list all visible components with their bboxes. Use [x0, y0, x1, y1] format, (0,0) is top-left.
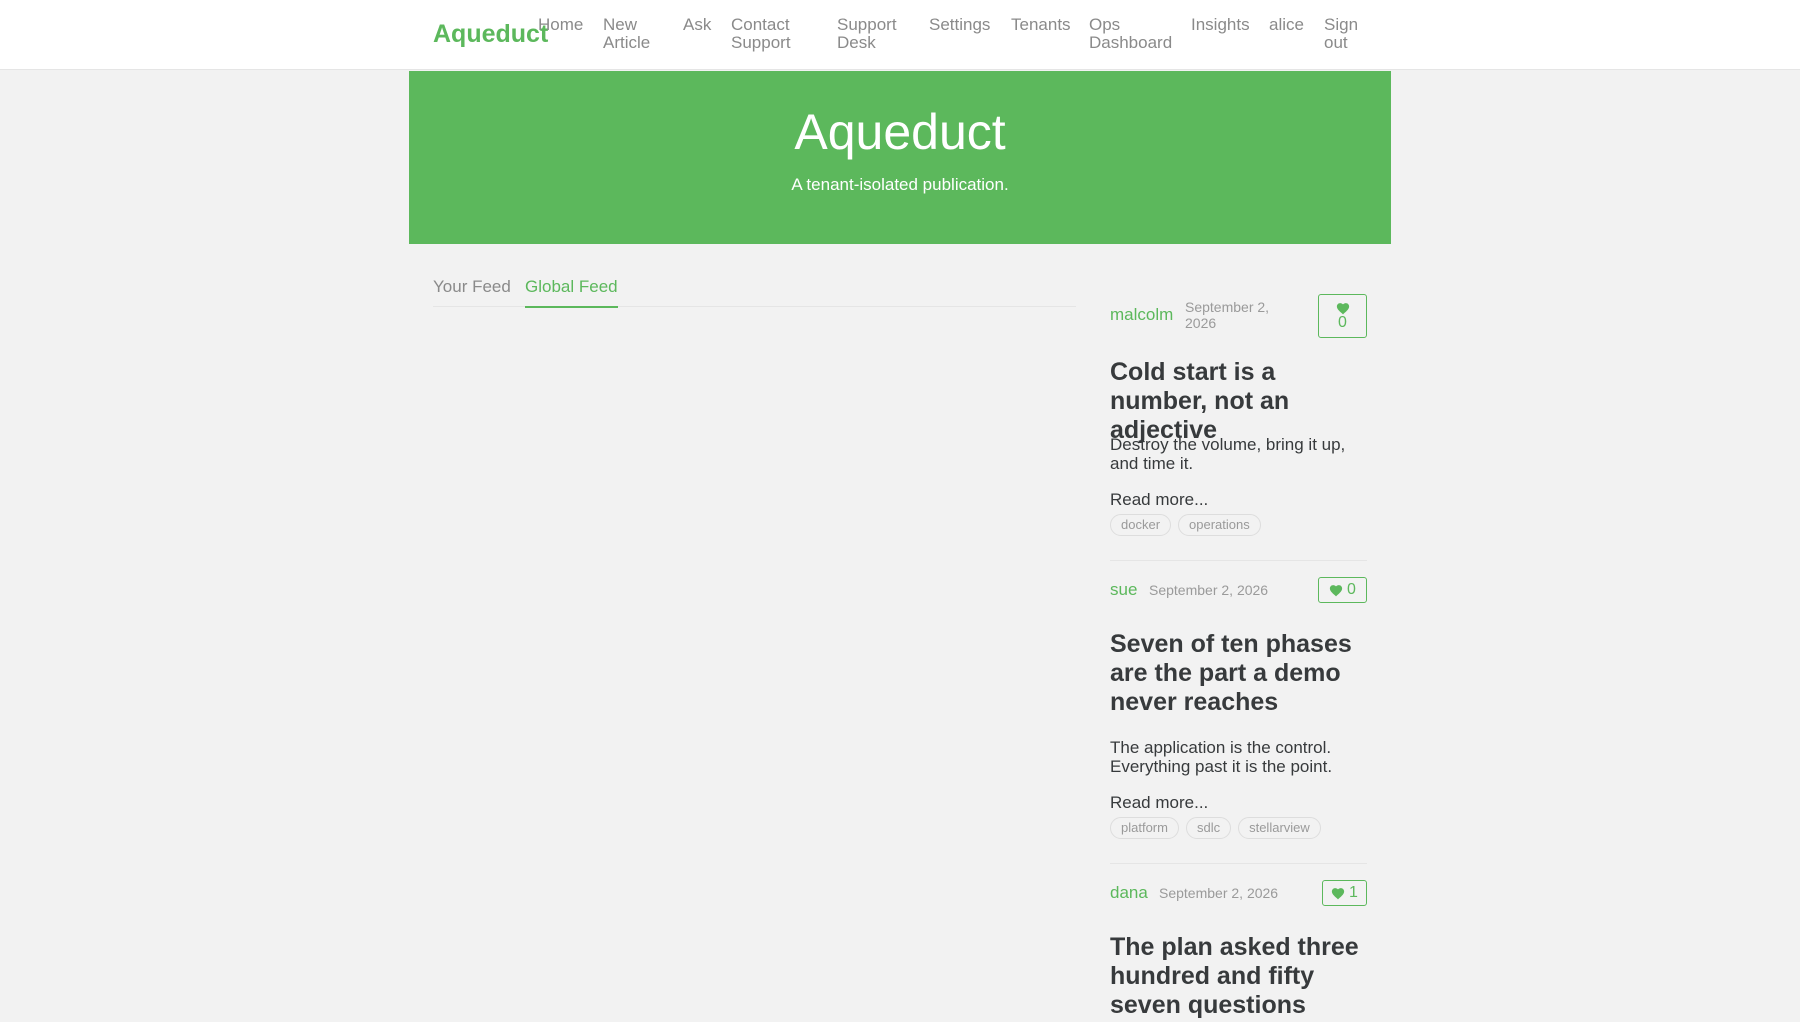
heart-icon — [1329, 584, 1343, 596]
article-date: September 2, 2026 — [1159, 885, 1279, 901]
article-meta: dana September 2, 2026 1 — [1110, 878, 1367, 922]
article-preview: malcolm September 2, 2026 0 Cold start i… — [1110, 292, 1367, 561]
article-author[interactable]: dana — [1110, 883, 1148, 903]
nav-settings[interactable]: Settings — [929, 16, 990, 34]
article-preview: sue September 2, 2026 0 Seven of ten pha… — [1110, 575, 1367, 864]
feed-tabs: Your Feed Global Feed — [433, 274, 1076, 308]
article-description: The application is the control. Everythi… — [1110, 738, 1333, 776]
article-title[interactable]: Cold start is a number, not an adjective — [1110, 358, 1370, 445]
favorite-button[interactable]: 0 — [1318, 294, 1367, 338]
tag-list: docker operations — [1110, 514, 1261, 536]
nav-new-article[interactable]: New Article — [603, 16, 663, 52]
nav-contact-support[interactable]: Contact Support — [731, 16, 801, 52]
article-author[interactable]: malcolm — [1110, 305, 1173, 325]
nav-tenants[interactable]: Tenants — [1011, 16, 1071, 34]
tag-pill[interactable]: stellarview — [1238, 817, 1321, 839]
article-meta: malcolm September 2, 2026 0 — [1110, 292, 1367, 338]
banner-subtitle: A tenant-isolated publication. — [791, 175, 1009, 194]
article-date: September 2, 2026 — [1185, 299, 1270, 331]
tab-your-feed[interactable]: Your Feed — [433, 277, 511, 306]
nav-support-desk[interactable]: Support Desk — [837, 16, 907, 52]
nav-user-profile[interactable]: alice — [1269, 16, 1304, 34]
article-preview: dana September 2, 2026 1 The plan asked … — [1110, 878, 1367, 1019]
article-divider — [1110, 560, 1367, 561]
nav-home[interactable]: Home — [538, 16, 583, 34]
article-author[interactable]: sue — [1110, 580, 1137, 600]
article-date: September 2, 2026 — [1149, 582, 1269, 598]
nav-ops-dashboard[interactable]: Ops Dashboard — [1089, 16, 1179, 52]
tag-pill[interactable]: sdlc — [1185, 817, 1232, 839]
heart-icon — [1336, 302, 1349, 314]
top-navbar: Aqueduct Home New Article Ask Contact Su… — [0, 0, 1800, 70]
nav-ask[interactable]: Ask — [683, 16, 711, 34]
article-title[interactable]: The plan asked three hundred and fifty s… — [1110, 933, 1370, 1020]
tab-global-feed[interactable]: Global Feed — [525, 277, 618, 308]
read-more-link[interactable]: Read more... — [1110, 490, 1208, 510]
article-divider — [1110, 863, 1367, 864]
favorite-count: 0 — [1338, 313, 1347, 331]
tag-pill[interactable]: docker — [1110, 514, 1172, 536]
nav-insights[interactable]: Insights — [1191, 16, 1250, 34]
article-title[interactable]: Seven of ten phases are the part a demo … — [1110, 630, 1370, 717]
nav-sign-out[interactable]: Sign out — [1324, 16, 1364, 52]
favorite-button[interactable]: 1 — [1322, 880, 1367, 906]
banner-title: Aqueduct — [794, 104, 1006, 160]
hero-banner: Aqueduct A tenant-isolated publication. — [409, 71, 1391, 244]
tag-list: platform sdlc stellarview — [1110, 817, 1321, 839]
favorite-count: 1 — [1349, 884, 1358, 901]
heart-icon — [1331, 887, 1345, 899]
tag-pill[interactable]: platform — [1110, 817, 1179, 839]
tag-pill[interactable]: operations — [1178, 514, 1261, 536]
article-meta: sue September 2, 2026 0 — [1110, 575, 1367, 619]
brand-logo[interactable]: Aqueduct — [433, 20, 548, 49]
article-description: Destroy the volume, bring it up, and tim… — [1110, 435, 1346, 473]
favorite-button[interactable]: 0 — [1318, 577, 1367, 603]
read-more-link[interactable]: Read more... — [1110, 793, 1208, 813]
favorite-count: 0 — [1347, 581, 1356, 598]
